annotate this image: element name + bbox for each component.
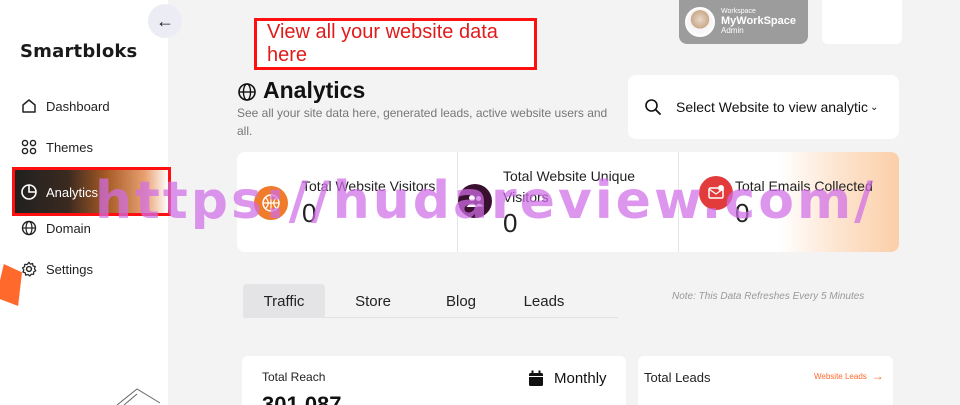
- stat-value: 0: [302, 198, 317, 228]
- sidebar-item-label: Themes: [46, 139, 93, 155]
- website-leads-link[interactable]: Website Leads →: [814, 369, 884, 383]
- tab-label: Blog: [445, 292, 477, 310]
- workspace-switcher[interactable]: Workspace MyWorkSpace Admin: [679, 0, 808, 44]
- tab-bar: Traffic Store Blog Leads: [243, 284, 618, 318]
- gear-icon: [20, 260, 38, 278]
- sidebar-item-settings[interactable]: Settings: [20, 256, 93, 282]
- stat-card-emails: Total Emails Collected 0: [679, 152, 899, 252]
- basketball-icon: [254, 186, 288, 220]
- globe-icon: [237, 81, 257, 101]
- reach-value: 301,087: [262, 392, 342, 405]
- back-button[interactable]: ←: [148, 4, 182, 38]
- arrow-right-icon: →: [871, 369, 884, 383]
- page-title-text: Analytics: [263, 77, 366, 103]
- total-reach-card: Total Reach 301,087 Monthly: [242, 356, 626, 405]
- avatar: [685, 7, 715, 37]
- users-icon: [458, 184, 492, 218]
- stat-label: Total Emails Collected: [735, 178, 873, 194]
- brand-logo[interactable]: Smartbloks: [20, 41, 137, 62]
- stat-label: Total Website Unique Visitors: [503, 168, 636, 205]
- arrow-left-icon: ←: [156, 10, 174, 31]
- sidebar-item-label: Dashboard: [46, 98, 110, 114]
- chevron-down-icon: ⌄: [869, 101, 879, 113]
- header-action-card[interactable]: [822, 0, 902, 44]
- tab-label: Leads: [523, 292, 565, 310]
- stat-value: 0: [735, 198, 750, 228]
- page-title: Analytics: [237, 77, 365, 104]
- sidebar-item-themes[interactable]: Themes: [20, 134, 93, 160]
- stat-label: Total Website Visitors: [302, 178, 436, 194]
- sidebar: Smartbloks Dashboard Themes Analytics Do…: [0, 0, 171, 405]
- period-label: Monthly: [554, 370, 607, 387]
- workspace-role: Admin: [721, 26, 744, 36]
- search-icon: [644, 98, 662, 116]
- highlight-box-analytics: [12, 167, 171, 216]
- page-subtitle: See all your site data here, generated l…: [237, 106, 608, 138]
- tab-label: Store: [355, 292, 391, 310]
- grid-icon: [20, 138, 38, 156]
- sidebar-item-dashboard[interactable]: Dashboard: [20, 93, 110, 119]
- home-icon: [20, 97, 38, 115]
- period-selector[interactable]: Monthly: [528, 370, 607, 387]
- calendar-icon: [528, 370, 544, 387]
- sidebar-item-domain[interactable]: Domain: [20, 215, 91, 241]
- tab-blog[interactable]: Blog: [423, 284, 499, 318]
- website-select[interactable]: Select Website to view analytic ⌄: [628, 75, 899, 139]
- reach-label: Total Reach: [262, 370, 326, 384]
- annotation-callout: View all your website data here: [254, 18, 537, 70]
- decorative-shape: [0, 264, 22, 306]
- sidebar-item-label: Settings: [46, 261, 93, 277]
- stat-card-visitors: Total Website Visitors 0: [237, 152, 457, 252]
- refresh-note: Note: This Data Refreshes Every 5 Minute…: [672, 291, 865, 302]
- website-leads-link-text: Website Leads: [814, 371, 867, 381]
- stat-card-unique-visitors: Total Website Unique Visitors 0: [458, 152, 678, 252]
- tab-leads[interactable]: Leads: [505, 284, 583, 318]
- total-leads-card: Total Leads Website Leads →: [638, 356, 893, 405]
- stats-panel: Total Website Visitors 0 Total Website U…: [237, 152, 899, 252]
- annotation-text: View all your website data here: [267, 21, 498, 66]
- tab-label: Traffic: [263, 292, 305, 310]
- stat-value: 0: [503, 208, 518, 238]
- decorative-lines: [116, 388, 161, 405]
- globe-icon: [20, 219, 38, 237]
- workspace-info: Workspace MyWorkSpace Admin: [721, 8, 796, 35]
- mail-star-icon: [699, 176, 733, 210]
- tab-store[interactable]: Store: [335, 284, 411, 318]
- tab-traffic[interactable]: Traffic: [243, 284, 325, 318]
- sidebar-item-label: Domain: [46, 220, 91, 236]
- leads-label: Total Leads: [644, 370, 711, 385]
- website-select-placeholder: Select Website to view analytic: [676, 99, 868, 115]
